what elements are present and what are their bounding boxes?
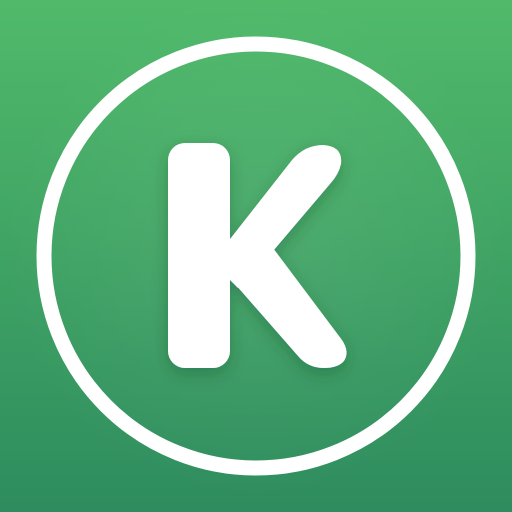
app-icon: K: [0, 0, 512, 512]
app-icon-graphic: [0, 0, 512, 512]
